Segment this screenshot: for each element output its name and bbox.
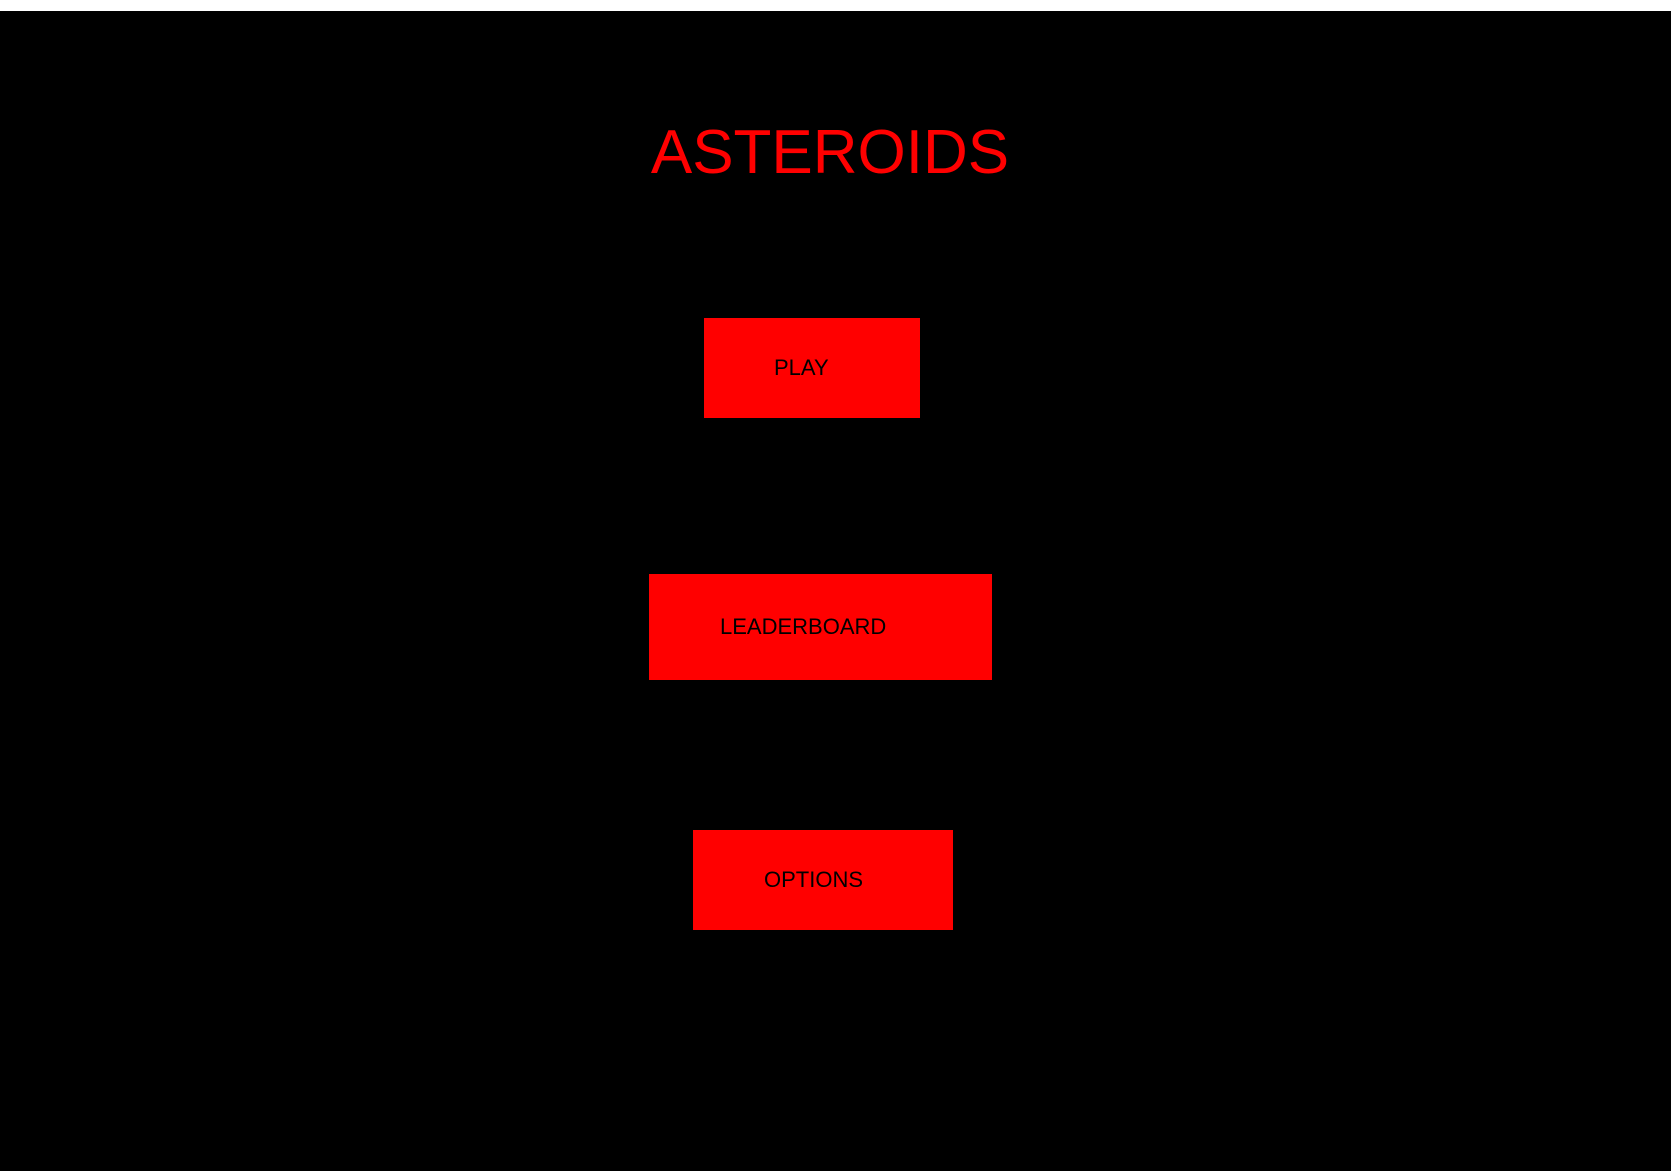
leaderboard-button[interactable]: LEADERBOARD xyxy=(649,574,992,680)
options-button[interactable]: OPTIONS xyxy=(693,830,953,930)
game-title: ASTEROIDS xyxy=(650,118,1010,187)
leaderboard-button-label: LEADERBOARD xyxy=(720,614,887,639)
options-button-label: OPTIONS xyxy=(764,867,864,892)
play-button[interactable]: PLAY xyxy=(704,318,920,418)
play-button-label: PLAY xyxy=(774,355,829,380)
game-window: ASTEROIDS PLAY LEADERBOARD OPTIONS xyxy=(0,11,1671,1171)
